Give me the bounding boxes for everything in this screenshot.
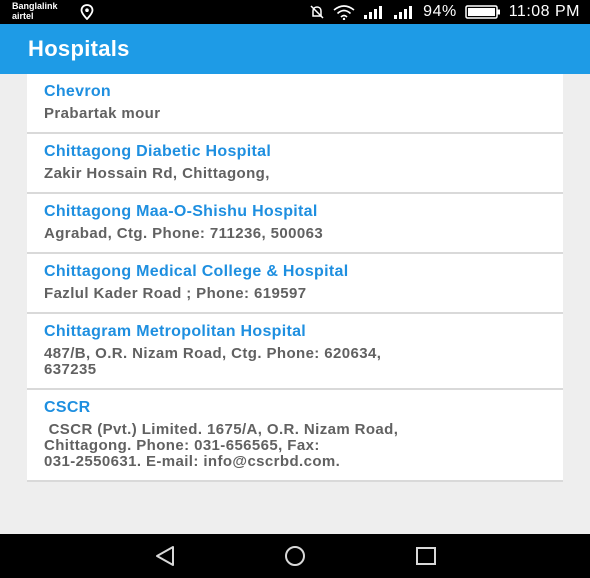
hospital-list-item[interactable]: Chittagong Medical College & Hospital Faz… — [27, 254, 563, 314]
signal-icon-secondary — [394, 6, 413, 19]
hospital-list-item[interactable]: Chevron Prabartak mour — [27, 74, 563, 134]
signal-icon — [364, 6, 383, 19]
hospital-detail: CSCR (Pvt.) Limited. 1675/A, O.R. Nizam … — [44, 421, 399, 470]
hospital-list-item[interactable]: Chittagram Metropolitan Hospital 487/B, O… — [27, 314, 563, 390]
status-icons: 94% 11:08 PM — [309, 0, 580, 24]
hospital-name: CSCR — [44, 399, 91, 416]
hospital-name: Chittagong Diabetic Hospital — [44, 143, 272, 160]
hospital-name: Chittagong Maa-O-Shishu Hospital — [44, 203, 318, 220]
hospital-name: Chittagram Metropolitan Hospital — [44, 323, 307, 340]
hospital-detail: Zakir Hossain Rd, Chittagong, — [44, 165, 270, 182]
hospital-list: Chevron Prabartak mour Chittagong Diabetic… — [27, 74, 563, 482]
navigation-bar — [0, 534, 590, 578]
hospital-list-item[interactable]: Chittagong Maa-O-Shishu Hospital Agrabad,… — [27, 194, 563, 254]
app-bar: Hospitals — [0, 24, 590, 74]
hospital-detail: 487/B, O.R. Nizam Road, Ctg. Phone: 6206… — [44, 345, 382, 378]
carrier-info: Banglalink airtel — [12, 1, 58, 21]
back-icon[interactable] — [152, 544, 178, 568]
home-icon[interactable] — [282, 544, 308, 568]
hospital-detail: Fazlul Kader Road ; Phone: 619597 — [44, 285, 307, 302]
hospital-name: Chittagong Medical College & Hospital — [44, 263, 349, 280]
hospital-detail: Prabartak mour — [44, 105, 161, 122]
carrier-name-1: Banglalink — [12, 1, 58, 11]
mute-icon — [310, 5, 324, 19]
wifi-icon — [333, 5, 355, 20]
hospital-detail: Agrabad, Ctg. Phone: 711236, 500063 — [44, 225, 324, 242]
hospital-list-item[interactable]: Chittagong Diabetic Hospital Zakir Hossai… — [27, 134, 563, 194]
location-icon — [80, 4, 94, 20]
clock: 11:08 PM — [508, 3, 580, 20]
carrier-name-2: airtel — [12, 11, 34, 21]
status-bar: Banglalink airtel 94% 11:08 PM — [0, 0, 590, 24]
recents-icon[interactable] — [413, 544, 439, 568]
page-title: Hospitals — [28, 36, 130, 61]
battery-percent: 94% — [423, 3, 457, 20]
hospital-name: Chevron — [44, 83, 111, 100]
hospital-list-container[interactable]: Chevron Prabartak mour Chittagong Diabetic… — [0, 74, 590, 534]
hospital-list-item[interactable]: CSCR CSCR (Pvt.) Limited. 1675/A, O.R. N… — [27, 390, 563, 482]
battery-icon — [464, 5, 500, 19]
